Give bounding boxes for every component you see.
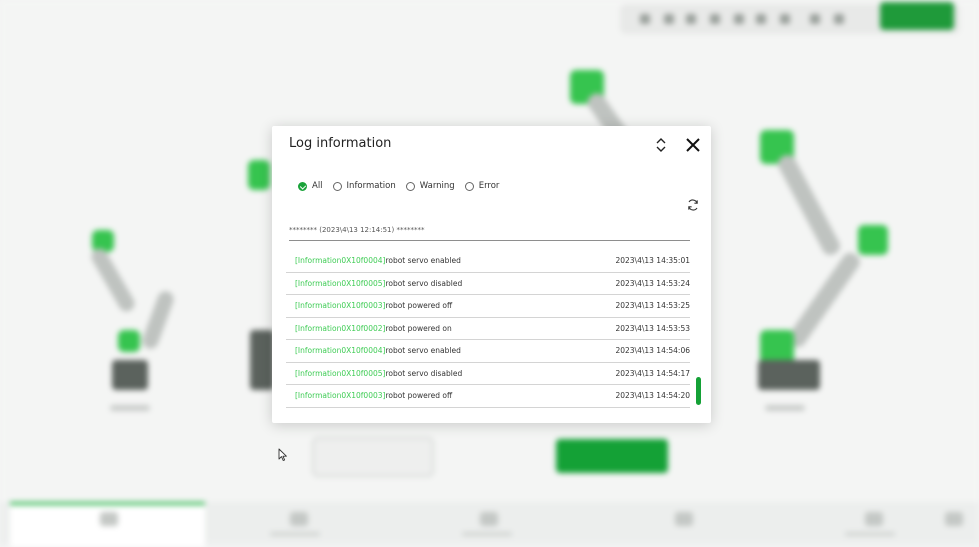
log-code: [Information0X10f0004]: [295, 256, 386, 265]
radio-checked-icon: [298, 181, 307, 191]
log-row: [Information0X10f0005]robot servo disabl…: [286, 363, 690, 385]
log-time: 2023\4\13 14:53:24: [615, 278, 690, 288]
log-message: robot servo disabled: [385, 368, 463, 378]
log-message: robot servo enabled: [385, 346, 461, 355]
filter-all-label: All: [312, 181, 323, 191]
log-time: 2023\4\13 14:35:01: [615, 256, 690, 265]
secondary-button: [312, 437, 434, 477]
log-time: 2023\4\13 14:53:25: [615, 301, 690, 310]
filter-information-label: Information: [346, 181, 396, 191]
log-message: robot powered off: [385, 391, 453, 400]
log-information-dialog: Log information All Information Warning …: [272, 126, 711, 423]
log-time: 2023\4\13 14:54:20: [615, 391, 690, 400]
dialog-title: Log information: [289, 136, 392, 151]
radio-unchecked-icon: [464, 181, 474, 191]
log-message: robot powered on: [385, 323, 452, 333]
log-code: [Information0X10f0002]: [295, 323, 386, 333]
log-message: robot servo enabled: [385, 256, 461, 265]
log-time: 2023\4\13 14:54:06: [615, 346, 690, 355]
log-row: [Information0X10f0004]robot servo enable…: [286, 250, 690, 273]
close-icon[interactable]: [684, 136, 702, 154]
filter-warning-label: Warning: [419, 181, 455, 191]
log-row: [Information0X10f0003]robot powered off …: [286, 385, 690, 408]
log-code: [Information0X10f0003]: [295, 391, 386, 400]
log-message: robot powered off: [385, 301, 453, 310]
filter-information-radio[interactable]: Information: [332, 181, 396, 191]
log-code: [Information0X10f0005]: [295, 368, 386, 378]
log-message: robot servo disabled: [385, 278, 463, 288]
session-separator: ******** (2023\4\13 12:14:51) ********: [289, 226, 690, 241]
log-list[interactable]: [Information0X10f0004]robot servo enable…: [286, 250, 690, 408]
log-code: [Information0X10f0003]: [295, 301, 386, 310]
filter-warning-radio[interactable]: Warning: [405, 181, 455, 191]
log-row: [Information0X10f0004]robot servo enable…: [286, 340, 690, 363]
filter-error-label: Error: [478, 181, 500, 191]
radio-unchecked-icon: [405, 181, 415, 191]
mouse-cursor-icon: [278, 448, 287, 461]
bottom-navigation: [0, 502, 979, 547]
radio-unchecked-icon: [332, 181, 342, 191]
log-scrollbar-thumb[interactable]: [696, 377, 701, 405]
chevron-up-down-icon[interactable]: [653, 136, 669, 154]
refresh-icon[interactable]: [686, 198, 700, 212]
filter-error-radio[interactable]: Error: [464, 181, 500, 191]
log-filter-group: All Information Warning Error: [298, 181, 509, 191]
primary-button: [556, 439, 668, 473]
log-row: [Information0X10f0005]robot servo disabl…: [286, 273, 690, 295]
log-row: [Information0X10f0002]robot powered on 2…: [286, 318, 690, 340]
log-code: [Information0X10f0005]: [295, 278, 386, 288]
log-time: 2023\4\13 14:54:17: [615, 368, 690, 378]
top-action-button: [880, 2, 954, 30]
log-time: 2023\4\13 14:53:53: [615, 323, 690, 333]
log-code: [Information0X10f0004]: [295, 346, 386, 355]
filter-all-radio[interactable]: All: [298, 181, 323, 191]
log-row: [Information0X10f0003]robot powered off …: [286, 295, 690, 318]
